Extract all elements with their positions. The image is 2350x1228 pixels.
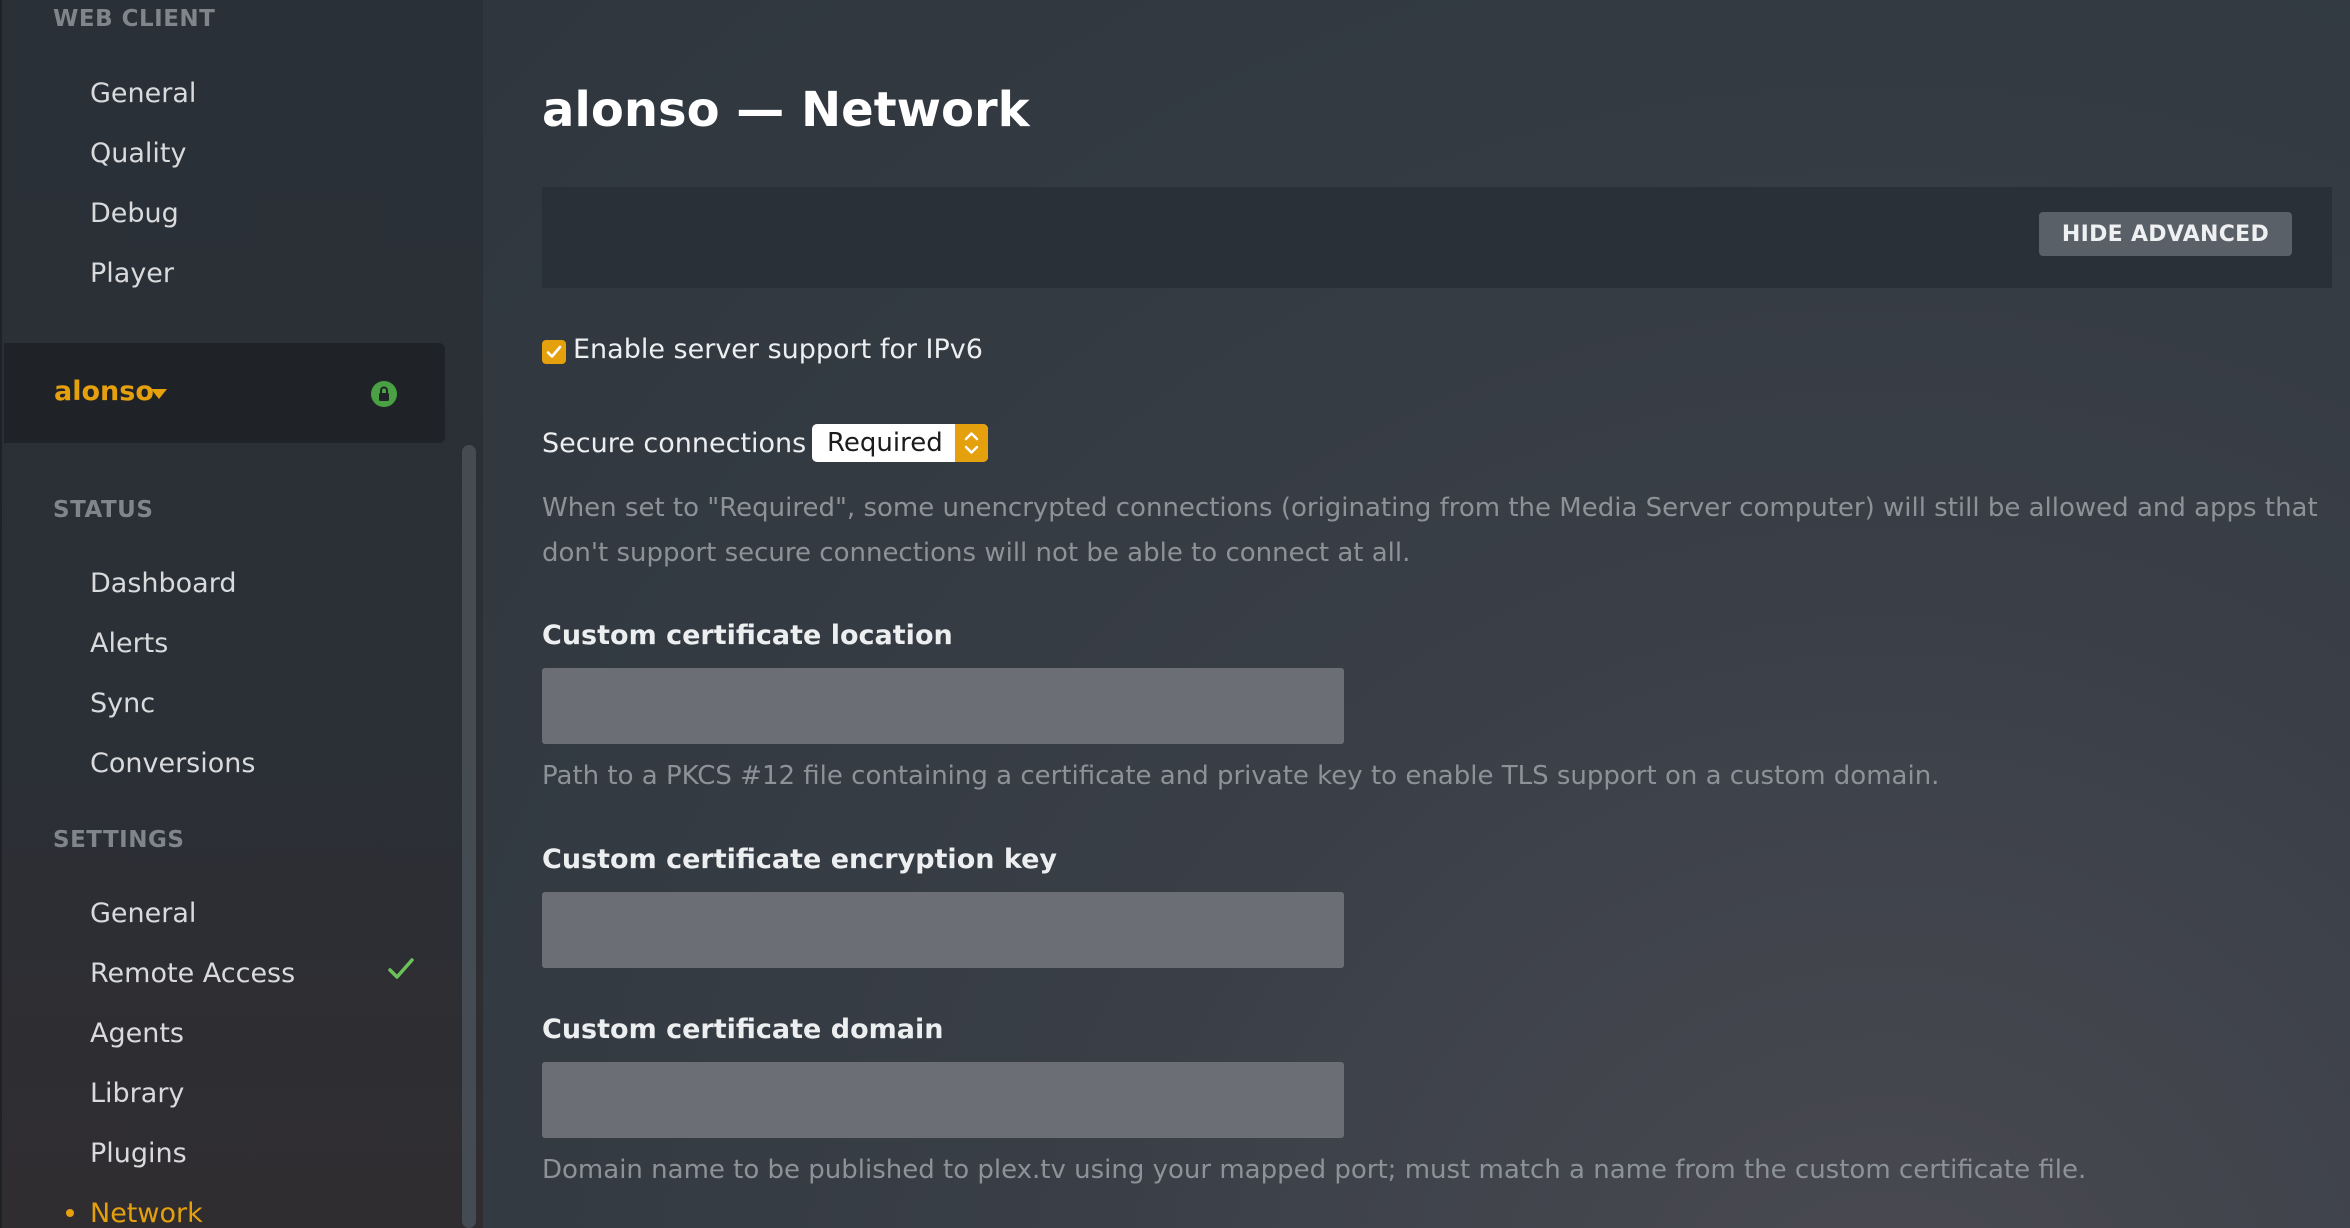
sidebar: WEB CLIENT General Quality Debug Player … bbox=[0, 0, 483, 1228]
sidebar-item-plugins[interactable]: Plugins bbox=[90, 1138, 187, 1169]
cert-domain-help: Domain name to be published to plex.tv u… bbox=[542, 1155, 2087, 1185]
sidebar-item-conversions[interactable]: Conversions bbox=[90, 748, 255, 779]
ipv6-checkbox[interactable] bbox=[542, 340, 566, 364]
cert-domain-input[interactable] bbox=[542, 1062, 1344, 1138]
lock-icon bbox=[371, 381, 397, 407]
cert-key-label: Custom certificate encryption key bbox=[542, 844, 1058, 875]
cert-domain-label: Custom certificate domain bbox=[542, 1014, 944, 1045]
server-name[interactable]: alonso bbox=[54, 376, 154, 407]
sidebar-item-web-general[interactable]: General bbox=[90, 78, 196, 109]
web-client-heading: WEB CLIENT bbox=[53, 6, 216, 32]
advanced-toolbar: HIDE ADVANCED bbox=[542, 187, 2332, 288]
ipv6-label[interactable]: Enable server support for IPv6 bbox=[573, 334, 983, 365]
cert-location-help: Path to a PKCS #12 file containing a cer… bbox=[542, 761, 1940, 791]
caret-down-icon[interactable] bbox=[151, 389, 167, 399]
secure-connections-select[interactable]: Required bbox=[812, 424, 988, 462]
active-indicator-dot bbox=[66, 1209, 74, 1217]
checkmark-icon bbox=[546, 345, 562, 358]
secure-connections-value: Required bbox=[827, 428, 943, 458]
cert-location-input[interactable] bbox=[542, 668, 1344, 744]
sidebar-item-agents[interactable]: Agents bbox=[90, 1018, 184, 1049]
cert-location-label: Custom certificate location bbox=[542, 620, 953, 651]
main-content: alonso — Network HIDE ADVANCED Enable se… bbox=[483, 0, 2350, 1228]
server-selector[interactable]: alonso bbox=[4, 343, 445, 443]
secure-connections-help: When set to "Required", some unencrypted… bbox=[542, 493, 2318, 568]
secure-connections-label: Secure connections bbox=[542, 428, 807, 459]
sidebar-item-network[interactable]: Network bbox=[90, 1198, 203, 1228]
sidebar-item-alerts[interactable]: Alerts bbox=[90, 628, 168, 659]
sidebar-item-debug[interactable]: Debug bbox=[90, 198, 179, 229]
select-arrows-icon bbox=[955, 424, 988, 462]
sidebar-item-general[interactable]: General bbox=[90, 898, 196, 929]
sidebar-item-quality[interactable]: Quality bbox=[90, 138, 186, 169]
checkmark-icon bbox=[388, 957, 414, 985]
sidebar-item-dashboard[interactable]: Dashboard bbox=[90, 568, 236, 599]
sidebar-item-sync[interactable]: Sync bbox=[90, 688, 155, 719]
sidebar-item-player[interactable]: Player bbox=[90, 258, 174, 289]
sidebar-item-library[interactable]: Library bbox=[90, 1078, 184, 1109]
cert-key-input[interactable] bbox=[542, 892, 1344, 968]
sidebar-item-remote-access[interactable]: Remote Access bbox=[90, 958, 295, 989]
status-heading: STATUS bbox=[53, 497, 154, 523]
settings-heading: SETTINGS bbox=[53, 827, 185, 853]
page-title: alonso — Network bbox=[542, 82, 1030, 138]
sidebar-scrollbar[interactable] bbox=[462, 445, 476, 1228]
hide-advanced-button[interactable]: HIDE ADVANCED bbox=[2039, 212, 2292, 256]
